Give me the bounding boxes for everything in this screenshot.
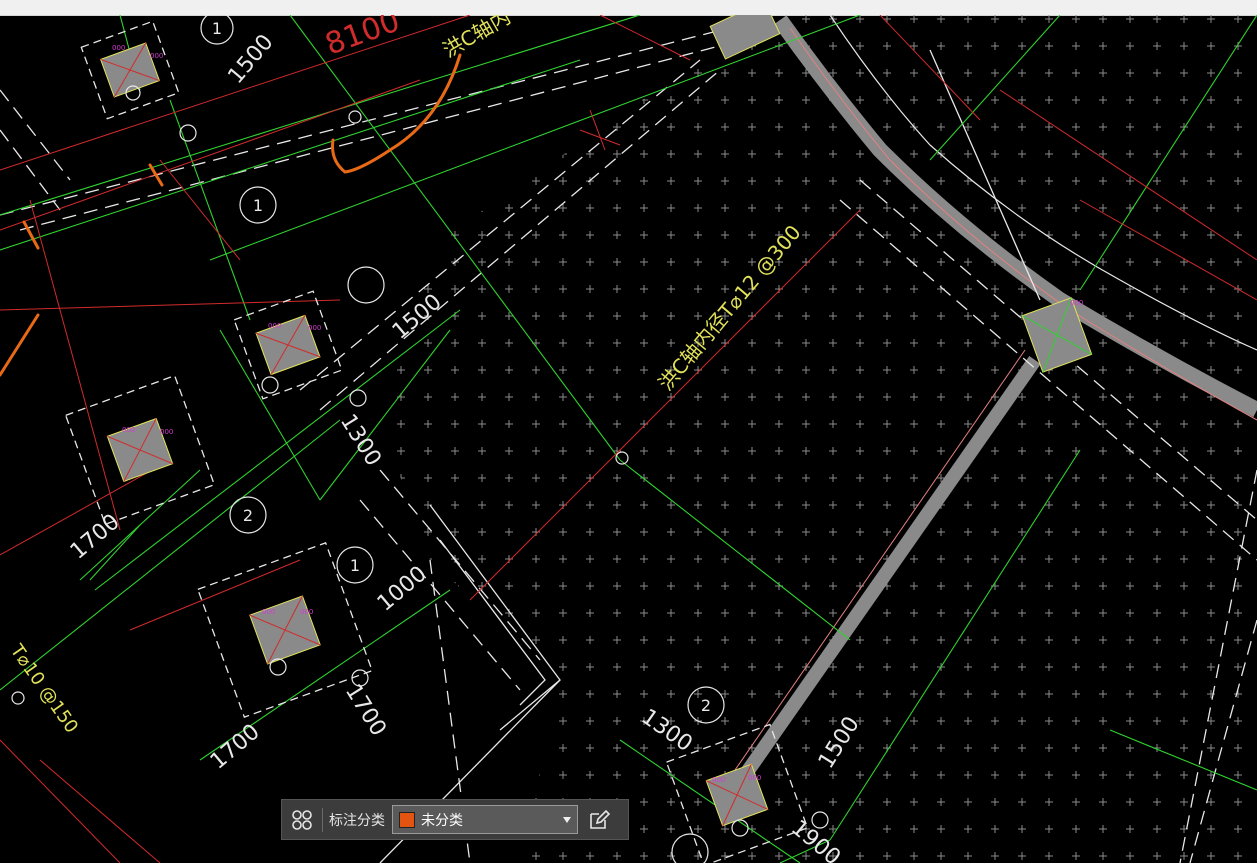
dim-1700-b: 1700: [340, 680, 391, 741]
dim-8100: 8100: [321, 15, 405, 63]
annotation-toolbar: 标注分类 未分类: [281, 799, 629, 840]
svg-text:000: 000: [150, 52, 163, 60]
svg-text:2: 2: [701, 696, 711, 715]
svg-text:000: 000: [712, 776, 725, 784]
annotation-category-label: 标注分类: [329, 812, 385, 829]
svg-text:000: 000: [1070, 299, 1083, 307]
top-strip: [0, 0, 1257, 16]
svg-text:1: 1: [253, 196, 263, 215]
axis-bubble-4: 2: [229, 496, 267, 534]
svg-text:000: 000: [262, 608, 275, 616]
category-select-value: 未分类: [421, 812, 463, 829]
svg-text:000: 000: [748, 774, 761, 782]
svg-text:000: 000: [308, 324, 321, 332]
annotation-category-select[interactable]: 未分类: [392, 805, 578, 834]
rebar-note-left: T⌀10 @150: [5, 640, 82, 737]
dim-1500-a: 1500: [223, 30, 278, 89]
axis-bubble-1: 1: [200, 15, 234, 45]
svg-text:000: 000: [112, 44, 125, 52]
svg-text:1: 1: [350, 556, 360, 575]
chevron-down-icon: [563, 816, 571, 823]
svg-text:000: 000: [160, 428, 173, 436]
svg-text:1: 1: [212, 19, 222, 38]
cad-drawing-canvas[interactable]: 000000 000 000 000 000 000 000 000000 000 1 …: [0, 15, 1257, 863]
edit-note-icon[interactable]: [578, 800, 620, 839]
dim-1300-a: 1300: [335, 410, 386, 471]
axis-bubble-2: 1: [239, 186, 277, 224]
dim-1700-c: 1700: [206, 719, 265, 774]
svg-text:000: 000: [268, 322, 281, 330]
svg-text:000: 000: [122, 426, 135, 434]
four-circles-icon[interactable]: [282, 800, 322, 839]
dim-1700-a: 1700: [66, 509, 125, 564]
axis-bubble-5: 1: [336, 546, 374, 584]
svg-text:000: 000: [300, 608, 313, 616]
category-color-swatch: [399, 811, 415, 828]
svg-text:2: 2: [243, 506, 253, 525]
axis-bubble-3: [347, 266, 385, 304]
